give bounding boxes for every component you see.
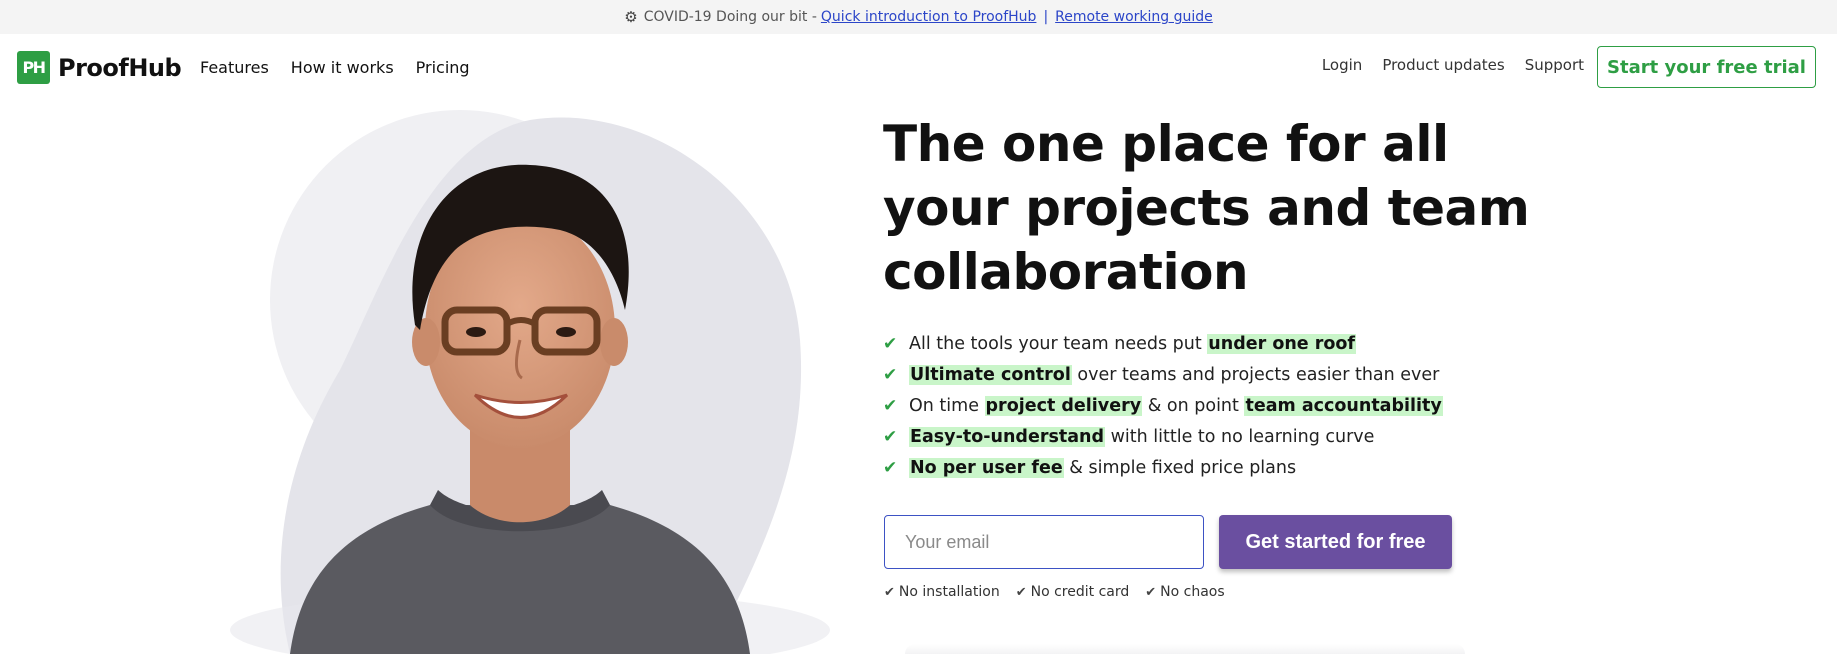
feature-list: ✔ All the tools your team needs put under… (883, 328, 1443, 483)
feature-item: ✔ No per user fee & simple fixed price pl… (883, 452, 1443, 483)
feature-item: ✔ On time project delivery & on point tea… (883, 390, 1443, 421)
announcement-separator: | (1043, 9, 1049, 25)
assurance-note-label: No installation (898, 584, 1000, 600)
assurance-note: ✔ No credit card (1016, 584, 1130, 600)
section-divider (905, 644, 1465, 654)
announcement-bar: ⚙ COVID-19 Doing our bit - Quick introdu… (0, 0, 1837, 34)
feature-item: ✔ Ultimate control over teams and project… (883, 359, 1443, 390)
feature-highlight: Easy-to-understand (909, 426, 1106, 447)
feature-text: & on point (1142, 395, 1245, 416)
gear-icon: ⚙ (624, 8, 638, 26)
right-nav: Login Product updates Support (1322, 56, 1584, 74)
product-updates-link[interactable]: Product updates (1382, 56, 1504, 74)
nav-how-it-works[interactable]: How it works (291, 58, 394, 77)
feature-text: & simple fixed price plans (1063, 457, 1297, 478)
login-link[interactable]: Login (1322, 56, 1362, 74)
feature-highlight: team accountability (1244, 395, 1443, 416)
check-icon: ✔ (883, 457, 898, 478)
email-input[interactable] (884, 515, 1204, 569)
get-started-button[interactable]: Get started for free (1219, 515, 1452, 569)
header-nav: PH ProofHub Features How it works Pricin… (0, 34, 1837, 100)
feature-text: On time (909, 395, 985, 416)
support-link[interactable]: Support (1525, 56, 1584, 74)
intro-link[interactable]: Quick introduction to ProofHub (821, 9, 1037, 25)
feature-text: All the tools your team needs put (909, 333, 1208, 354)
nav-pricing[interactable]: Pricing (416, 58, 470, 77)
feature-highlight: No per user fee (909, 457, 1064, 478)
feature-highlight: project delivery (984, 395, 1143, 416)
assurance-notes: ✔ No installation ✔ No credit card ✔ No chaos (884, 584, 1225, 600)
logo-mark: PH (17, 51, 50, 84)
assurance-note-label: No credit card (1030, 584, 1130, 600)
check-icon: ✔ (883, 426, 898, 447)
feature-text: with little to no learning curve (1105, 426, 1375, 447)
check-icon: ✔ (883, 395, 898, 416)
announcement-text: COVID-19 Doing our bit - (643, 9, 817, 25)
check-icon: ✔ (1145, 584, 1157, 600)
main-nav: Features How it works Pricing (200, 58, 470, 77)
remote-guide-link[interactable]: Remote working guide (1055, 9, 1213, 25)
assurance-note: ✔ No installation (884, 584, 1000, 600)
assurance-note-label: No chaos (1160, 584, 1225, 600)
check-icon: ✔ (884, 584, 895, 600)
check-icon: ✔ (1015, 584, 1027, 600)
hero-headline: The one place for all your projects and … (883, 115, 1530, 301)
hero-image (230, 110, 880, 654)
assurance-note: ✔ No chaos (1145, 584, 1224, 600)
feature-highlight: under one roof (1207, 333, 1357, 354)
start-free-trial-button[interactable]: Start your free trial (1597, 46, 1816, 88)
check-icon: ✔ (883, 333, 898, 354)
feature-item: ✔ Easy-to-understand with little to no le… (883, 421, 1443, 452)
feature-highlight: Ultimate control (909, 364, 1072, 385)
nav-features[interactable]: Features (200, 58, 269, 77)
logo[interactable]: PH ProofHub (17, 51, 182, 84)
check-icon: ✔ (883, 364, 898, 385)
feature-text: over teams and projects easier than ever (1071, 364, 1440, 385)
feature-item: ✔ All the tools your team needs put under… (883, 328, 1443, 359)
portrait-illustration (230, 110, 830, 654)
logo-name: ProofHub (58, 53, 182, 82)
